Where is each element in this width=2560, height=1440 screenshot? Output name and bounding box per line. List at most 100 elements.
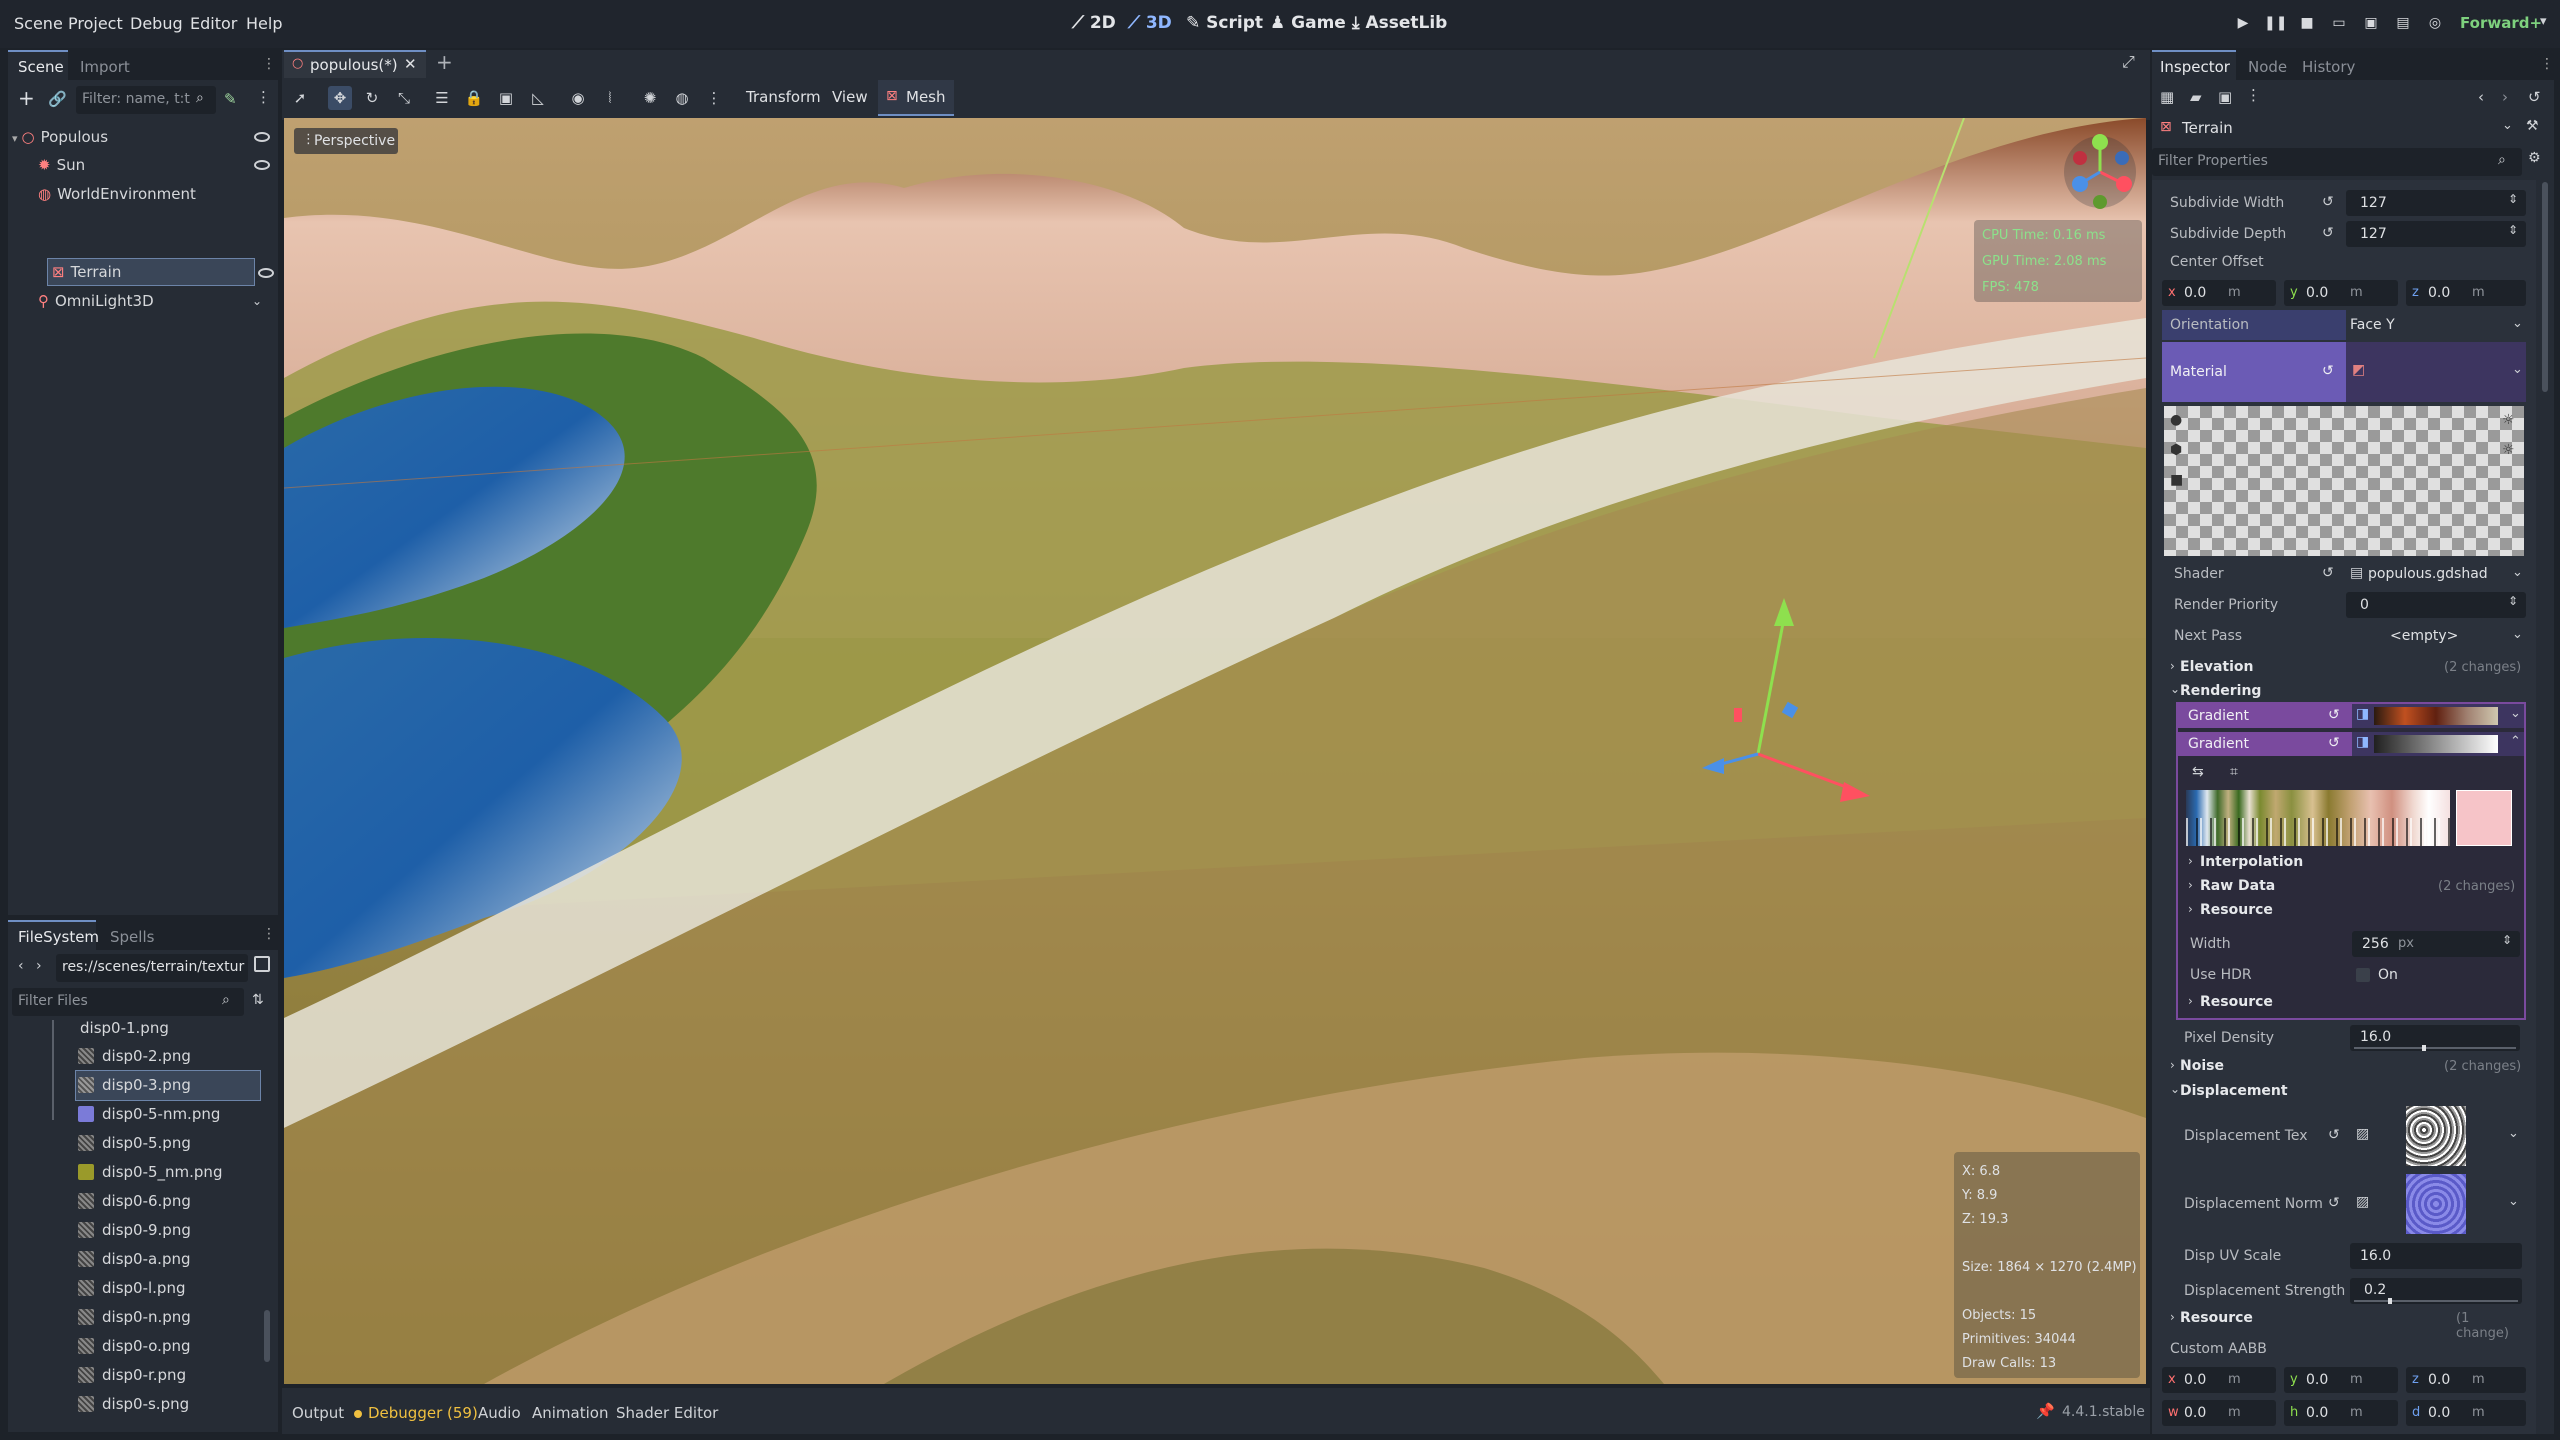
new-tab-icon[interactable]: + [436,50,453,74]
path-field[interactable]: res://scenes/terrain/textur [56,954,248,982]
list-item[interactable]: disp0-o.png [78,1332,278,1361]
snap-grid-icon[interactable]: ⌗ [2230,764,2238,780]
aabb-z-field[interactable]: z 0.0 m [2406,1367,2526,1393]
filter-files-input[interactable]: Filter Files ⌕ [12,988,244,1016]
menu-dots-icon[interactable]: ⋮ [262,56,276,72]
filter-properties-input[interactable]: Filter Properties ⌕ [2152,148,2522,176]
ruler-icon[interactable]: ◺ [526,86,550,110]
open-folder-icon[interactable]: ▰ [2190,88,2202,106]
visibility-eye-icon[interactable] [254,160,270,170]
list-item[interactable]: disp0-s.png [78,1390,278,1419]
split-view-icon[interactable] [254,956,270,972]
tab-inspector[interactable]: Inspector [2160,58,2230,76]
shader-resource-picker[interactable]: ▤ populous.gdshad ⌄ [2346,561,2526,587]
tab-import[interactable]: Import [80,58,130,76]
spinner-icon[interactable]: ⇕ [2508,223,2518,237]
object-selector[interactable]: ⊠ Terrain ⌄ ⚒ [2152,114,2554,144]
chevron-down-icon[interactable]: ▾ [2540,14,2547,29]
list-item[interactable]: disp0-2.png [78,1042,278,1071]
use-hdr-checkbox[interactable]: On [2352,962,2520,988]
3d-viewport[interactable]: ⋮ Perspective CPU Time: 0.16 ms GPU Time… [284,118,2146,1384]
list-item[interactable]: disp0-a.png [78,1245,278,1274]
menu-dots-icon[interactable]: ⋮ [262,926,276,942]
list-item[interactable]: disp0-1.png [80,1014,280,1043]
environment-preview-icon[interactable]: ◍ [670,86,694,110]
tab-output[interactable]: Output [292,1404,344,1422]
new-resource-icon[interactable]: ▦ [2160,88,2174,106]
width-field[interactable]: 256 px ⇕ [2352,931,2520,957]
mesh-menu[interactable]: ⊠ Mesh [878,80,954,116]
revert-icon[interactable]: ↺ [2322,565,2334,581]
move-tool-icon[interactable]: ✥ [328,86,352,110]
aabb-h-field[interactable]: h 0.0 m [2284,1400,2398,1426]
sphere-preview-icon[interactable]: ● [2170,412,2182,428]
tree-node-worldenvironment[interactable]: ◍ WorldEnvironment [38,181,274,207]
displacement-norm-picker[interactable]: ▨ ⌄ [2352,1172,2522,1236]
wrench-icon[interactable]: ⚒ [2526,118,2539,134]
tab-shader-editor[interactable]: Shader Editor [616,1404,718,1422]
gradient2-picker[interactable]: ◨ ⌃ [2352,732,2524,756]
light2-toggle-icon[interactable]: ☼ [2502,442,2515,458]
gradient1-picker[interactable]: ◨ ⌄ [2352,704,2524,728]
resource-section[interactable]: › Resource (1 change) [2170,1308,2526,1341]
menu-scene[interactable]: Scene [14,14,63,33]
snap-icon[interactable]: ⦚ [598,86,622,110]
tab-filesystem[interactable]: FileSystem [18,928,99,946]
list-item[interactable]: disp0-l.png [78,1274,278,1303]
group-icon[interactable]: ▣ [494,86,518,110]
collapse-arrow-icon[interactable]: ▾ [12,132,18,145]
visibility-eye-icon[interactable] [258,268,274,278]
tab-node[interactable]: Node [2248,58,2287,76]
tab-history[interactable]: History [2302,58,2355,76]
link-icon[interactable]: 🔗 [48,90,67,108]
center-offset-z-field[interactable]: z 0.0 m [2406,280,2526,306]
tree-node-sun[interactable]: ✹ Sun [38,152,274,178]
tree-node-omnilight3d[interactable]: ⚲ OmniLight3D ⌄ [38,288,274,314]
revert-icon[interactable]: ↺ [2328,1127,2340,1143]
fullscreen-icon[interactable]: ⤢ [2122,52,2135,72]
script-attach-icon[interactable]: ✎ [224,90,237,108]
material-resource-picker[interactable]: ◩ ⌄ [2346,342,2526,402]
list-item[interactable]: disp0-n.png [78,1303,278,1332]
scene-dock-menu-icon[interactable]: ⋮ [256,88,271,106]
raw-data-section[interactable]: › Raw Data (2 changes) [2188,876,2518,898]
history-forward-icon[interactable]: › [2502,88,2508,106]
renderer-selector[interactable]: Forward+ [2460,14,2542,32]
list-item[interactable]: disp0-6.png [78,1187,278,1216]
reverse-gradient-icon[interactable]: ⇆ [2192,764,2204,780]
displacement-section[interactable]: ⌄ Displacement [2170,1081,2526,1103]
menu-dots-icon[interactable]: ⋮ [2540,56,2554,72]
displacement-tex-picker[interactable]: ▨ ⌄ [2352,1104,2522,1168]
inspector-scrollbar[interactable] [2542,182,2548,392]
menu-project[interactable]: Project [68,14,123,33]
back-icon[interactable]: ‹ [18,958,24,974]
list-item[interactable]: disp0-r.png [78,1361,278,1390]
object-history-icon[interactable]: ↺ [2528,88,2541,106]
workspace-script-button[interactable]: ✎ Script [1186,13,1263,33]
orientation-dropdown[interactable]: Face Y ⌄ [2346,312,2526,338]
chevron-down-icon[interactable]: ⌄ [252,288,262,314]
local-space-icon[interactable]: ◉ [566,86,590,110]
view-menu[interactable]: View [832,88,868,106]
play-scene-icon[interactable]: ▣ [2360,12,2382,34]
list-item[interactable]: disp0-5-nm.png [78,1100,278,1129]
workspace-3d-button[interactable]: ⟋ 3D [1128,13,1172,33]
play-custom-scene-icon[interactable]: ▤ [2392,12,2414,34]
pin-icon[interactable]: 📌 [2036,1402,2055,1420]
play-icon[interactable]: ▶ [2232,12,2254,34]
revert-icon[interactable]: ↺ [2322,363,2334,379]
sun-preview-icon[interactable]: ✺ [638,86,662,110]
box-preview-icon[interactable]: ⬢ [2170,442,2182,458]
visibility-eye-icon[interactable] [254,132,270,142]
scene-filter-input[interactable]: Filter: name, t:t ⌕ [76,86,216,114]
lock-icon[interactable]: 🔒 [462,86,486,110]
aabb-w-field[interactable]: w 0.0 m [2162,1400,2276,1426]
selected-stop-color-swatch[interactable] [2456,790,2512,846]
disp-uv-scale-field[interactable]: 16.0 [2350,1243,2522,1269]
tab-animation[interactable]: Animation [532,1404,608,1422]
light1-toggle-icon[interactable]: ☼ [2502,412,2515,428]
slider-grabber[interactable] [2388,1298,2392,1304]
select-tool-icon[interactable]: ➚ [288,86,312,110]
aabb-d-field[interactable]: d 0.0 m [2406,1400,2526,1426]
spinner-icon[interactable]: ⇕ [2508,594,2518,608]
